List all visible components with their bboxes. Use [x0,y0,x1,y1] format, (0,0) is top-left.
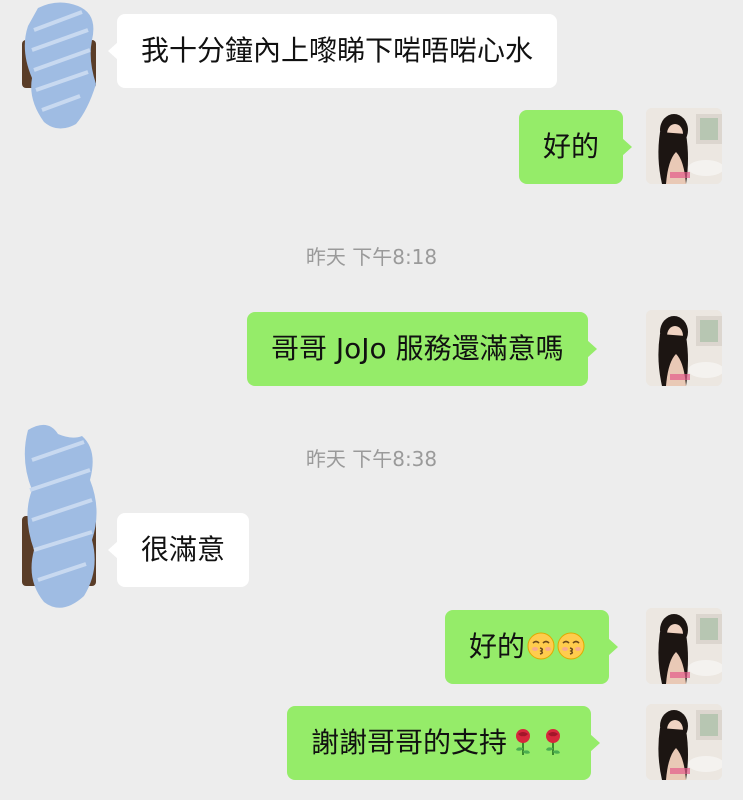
message-bubble-outgoing[interactable]: 哥哥 JoJo 服務還滿意嗎 [247,312,597,386]
message-text: 好的 [469,630,526,663]
message-bubble-incoming[interactable]: 我十分鐘內上嚟睇下啱唔啱心水 [107,14,558,88]
chat-area: 我十分鐘內上嚟睇下啱唔啱心水 好的 昨天 下午8:18 哥哥 JoJo 服務還滿… [0,0,743,800]
kissing-face-icon [527,632,555,660]
user-avatar[interactable] [646,704,722,780]
timestamp: 昨天 下午8:38 [305,447,438,471]
rose-icon [539,728,567,756]
user-avatar[interactable] [646,310,722,386]
message-text: 很滿意 [141,533,226,566]
timestamp: 昨天 下午8:18 [305,245,438,269]
message-bubble-outgoing[interactable]: 好的 [445,610,619,684]
kissing-face-icon [557,632,585,660]
user-avatar[interactable] [646,108,722,184]
message-text: 我十分鐘內上嚟睇下啱唔啱心水 [141,34,534,67]
message-text: 哥哥 JoJo 服務還滿意嗎 [271,332,564,365]
message-bubble-outgoing[interactable]: 謝謝哥哥的支持 [287,706,601,780]
message-bubble-outgoing[interactable]: 好的 [519,110,633,184]
message-text: 謝謝哥哥的支持 [311,726,508,759]
message-text: 好的 [543,130,600,163]
message-bubble-incoming[interactable]: 很滿意 [107,513,250,587]
contact-avatar-redacted[interactable] [18,0,100,132]
rose-icon [509,728,537,756]
user-avatar[interactable] [646,608,722,684]
